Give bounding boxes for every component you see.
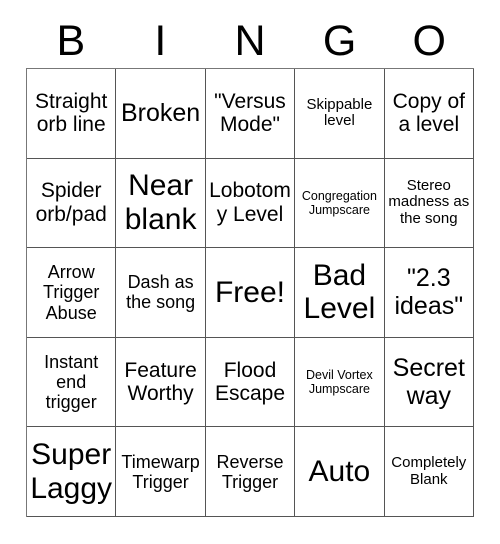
bingo-cell-r3c4[interactable]: Bad Level xyxy=(295,248,385,338)
bingo-cell-label: Bad Level xyxy=(303,258,376,326)
bingo-cell-r1c4[interactable]: Skippable level xyxy=(295,69,385,159)
bingo-header-letter-i: I xyxy=(154,16,167,65)
bingo-cell-label: Completely Blank xyxy=(391,453,467,488)
bingo-cell-r5c2[interactable]: Timewarp Trigger xyxy=(116,427,206,517)
bingo-cell-r4c2[interactable]: Feature Worthy xyxy=(116,337,206,428)
bingo-grid: Straight orb line Broken "Versus Mode" S… xyxy=(26,68,474,517)
bingo-cell-label: Flood Escape xyxy=(214,358,286,406)
bingo-cell-r4c5[interactable]: Secret way xyxy=(384,337,474,428)
bingo-card: B I N G O Straight orb line Broken "Vers… xyxy=(0,0,500,544)
bingo-cell-label: Auto xyxy=(308,454,371,488)
bingo-cell-r4c1[interactable]: Instant end trigger xyxy=(27,337,117,428)
bingo-header-letter-n: N xyxy=(234,16,266,65)
bingo-cell-r4c3[interactable]: Flood Escape xyxy=(205,337,296,428)
bingo-cell-label: Dash as the song xyxy=(126,272,196,313)
bingo-header-letter-b: B xyxy=(56,16,86,65)
bingo-cell-label: Timewarp Trigger xyxy=(121,451,200,492)
bingo-cell-label: Straight orb line xyxy=(35,89,108,137)
bingo-cell-label: Skippable level xyxy=(306,95,373,130)
bingo-cell-label: Instant end trigger xyxy=(44,351,99,413)
bingo-cell-r5c3[interactable]: Reverse Trigger xyxy=(205,427,296,517)
bingo-cell-label: Near blank xyxy=(124,169,197,236)
bingo-cell-r3c1[interactable]: Arrow Trigger Abuse xyxy=(27,248,117,338)
bingo-cell-label: Copy of a level xyxy=(392,89,465,137)
bingo-header-letter-o: O xyxy=(412,16,446,65)
bingo-cell-r5c4[interactable]: Auto xyxy=(295,427,385,517)
bingo-cell-r2c1[interactable]: Spider orb/pad xyxy=(27,158,117,249)
bingo-cell-r1c3[interactable]: "Versus Mode" xyxy=(205,69,296,159)
bingo-cell-r5c5[interactable]: Completely Blank xyxy=(384,427,474,517)
bingo-cell-label: Devil Vortex Jumpscare xyxy=(306,368,373,397)
bingo-cell-r2c3[interactable]: Lobotomy Level xyxy=(205,158,296,249)
bingo-cell-label: Super Laggy xyxy=(30,438,113,505)
bingo-cell-label: Broken xyxy=(120,99,201,128)
bingo-cell-r2c2[interactable]: Near blank xyxy=(116,158,206,249)
bingo-cell-free-space[interactable]: Free! xyxy=(205,248,296,338)
bingo-cell-label: Congregation Jumpscare xyxy=(301,188,377,217)
bingo-cell-label: Free! xyxy=(214,275,285,309)
bingo-cell-label: "2.3 ideas" xyxy=(394,264,464,321)
bingo-cell-label: Secret way xyxy=(392,354,465,411)
bingo-cell-label: Lobotomy Level xyxy=(209,179,291,226)
bingo-cell-r1c1[interactable]: Straight orb line xyxy=(27,69,117,159)
bingo-header-letter-g: G xyxy=(322,16,357,65)
bingo-cell-r2c4[interactable]: Congregation Jumpscare xyxy=(295,158,385,249)
bingo-cell-label: Spider orb/pad xyxy=(35,179,107,226)
bingo-cell-r1c2[interactable]: Broken xyxy=(116,69,206,159)
bingo-cell-label: Arrow Trigger Abuse xyxy=(43,262,100,323)
bingo-cell-r3c2[interactable]: Dash as the song xyxy=(116,248,206,338)
bingo-header-row: B I N G O xyxy=(26,14,474,68)
bingo-cell-label: "Versus Mode" xyxy=(214,89,286,137)
bingo-cell-r2c5[interactable]: Stereo madness as the song xyxy=(384,158,474,249)
bingo-cell-r5c1[interactable]: Super Laggy xyxy=(27,427,117,517)
bingo-cell-label: Feature Worthy xyxy=(124,358,197,406)
bingo-cell-r3c5[interactable]: "2.3 ideas" xyxy=(384,248,474,338)
bingo-cell-r1c5[interactable]: Copy of a level xyxy=(384,69,474,159)
bingo-cell-r4c4[interactable]: Devil Vortex Jumpscare xyxy=(295,337,385,428)
bingo-cell-label: Stereo madness as the song xyxy=(388,176,470,228)
bingo-cell-label: Reverse Trigger xyxy=(216,451,284,492)
